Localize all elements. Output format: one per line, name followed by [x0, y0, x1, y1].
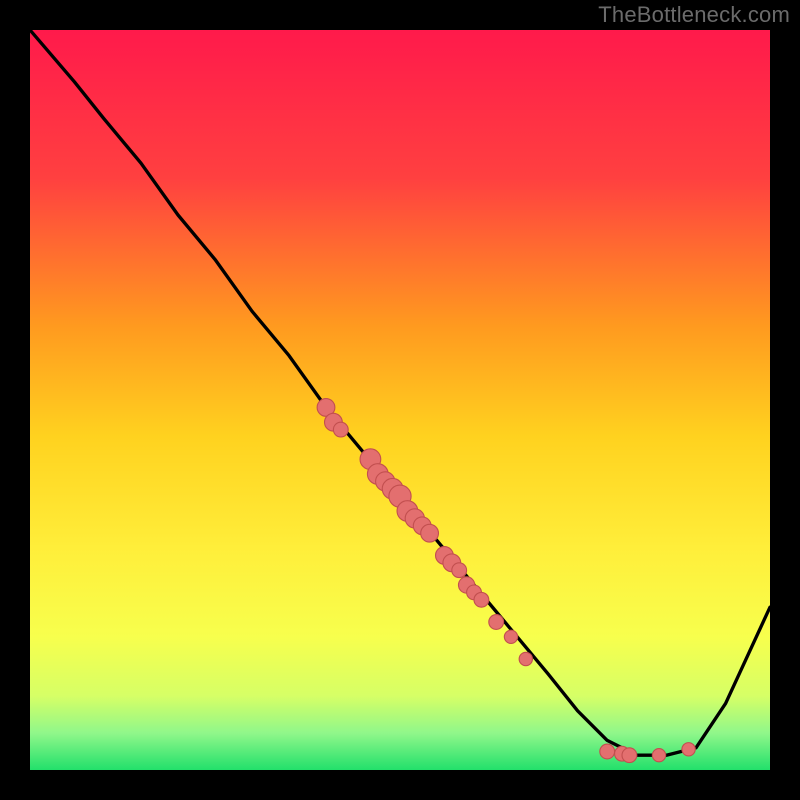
curve-marker: [474, 592, 489, 607]
curve-marker: [652, 749, 665, 762]
curve-marker: [452, 563, 467, 578]
curve-marker: [504, 630, 517, 643]
curve-marker: [682, 743, 695, 756]
curve-marker: [489, 615, 504, 630]
curve-marker: [519, 652, 532, 665]
curve-markers: [317, 399, 695, 763]
curve-marker: [600, 744, 615, 759]
watermark-text: TheBottleneck.com: [598, 2, 790, 28]
curve-layer: [30, 30, 770, 770]
plot-area: [30, 30, 770, 770]
bottleneck-curve: [30, 30, 770, 755]
curve-marker: [333, 422, 348, 437]
curve-marker: [622, 748, 637, 763]
chart-frame: TheBottleneck.com: [0, 0, 800, 800]
curve-marker: [421, 524, 439, 542]
